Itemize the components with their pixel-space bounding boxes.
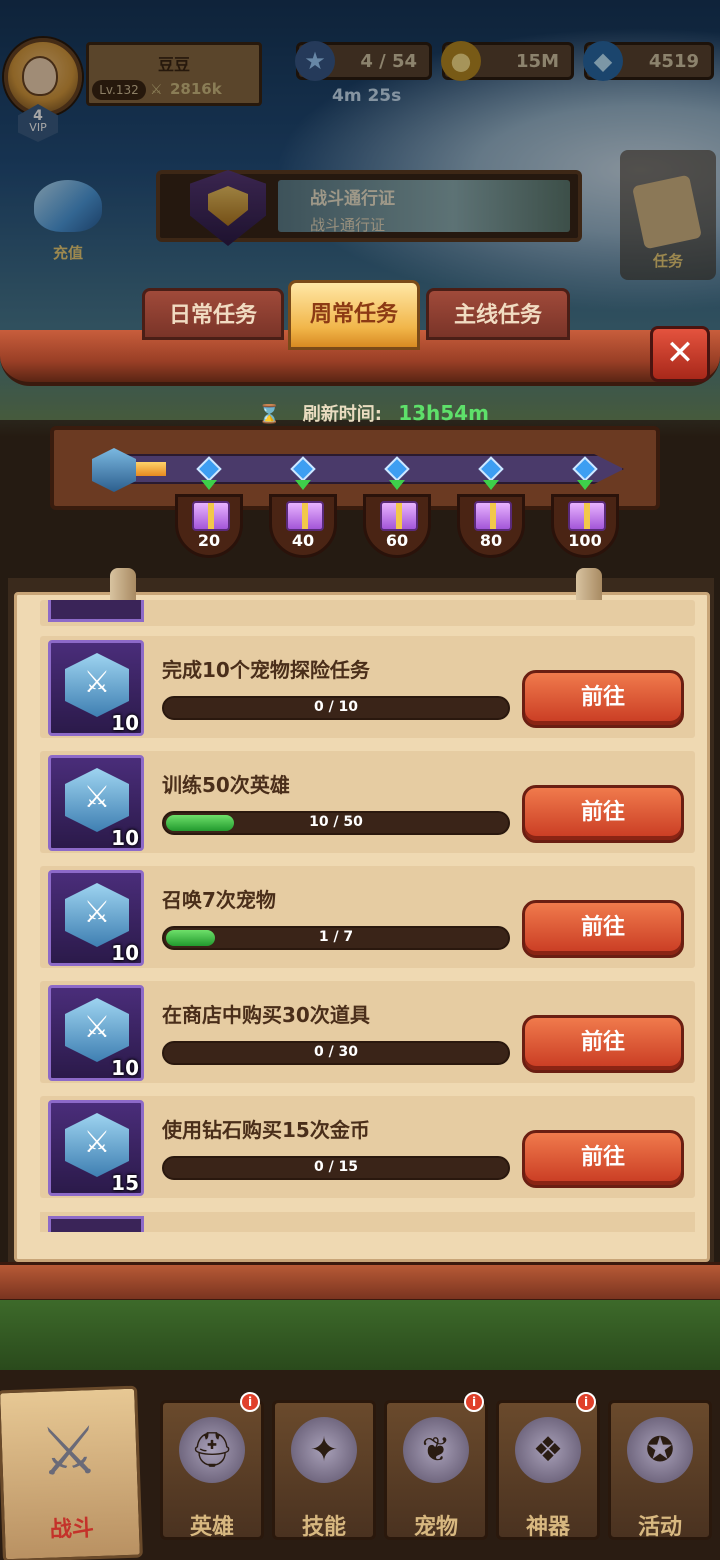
task-progress-text: 0 / 30 [313, 1044, 359, 1060]
nav-artifacts[interactable]: ❖ 神器 [496, 1400, 600, 1540]
notification-badge: i [576, 1392, 596, 1412]
artifact-icon: ❖ [515, 1417, 581, 1483]
task-progress-bar: 1 / 7 [162, 926, 510, 950]
task-progress-bar: 0 / 10 [162, 696, 510, 720]
milestone-arrow-icon [483, 480, 499, 490]
weekly-points-icon [65, 1113, 129, 1177]
nav-label: 神器 [525, 1515, 570, 1540]
task-row: 10 完成10个宠物探险任务 0 / 10 前往 [40, 636, 695, 738]
task-reward-icon [48, 600, 144, 622]
tab-main-tasks[interactable]: 主线任务 [426, 288, 570, 340]
wings-icon: ❦ [403, 1417, 469, 1483]
milestone-chest[interactable]: 60 [363, 494, 431, 558]
task-progress-text: 1 / 7 [318, 929, 354, 945]
task-reward-icon: 10 [48, 870, 144, 966]
task-title: 完成10个宠物探险任务 [162, 658, 370, 682]
battle-scene [0, 1300, 720, 1370]
task-row-partial [40, 1212, 695, 1232]
task-row-partial [40, 600, 695, 626]
milestone-value: 20 [197, 531, 221, 550]
task-reward-qty: 10 [111, 711, 139, 735]
task-reward-icon [48, 1216, 144, 1232]
nav-label: 英雄 [189, 1515, 234, 1540]
milestone-arrow-icon [201, 480, 217, 490]
weekly-points-icon [65, 883, 129, 947]
gift-box-icon [568, 501, 606, 531]
nav-pets[interactable]: ❦ 宠物 [384, 1400, 488, 1540]
nav-label: 技能 [301, 1515, 346, 1540]
milestone-arrow-icon [295, 480, 311, 490]
task-title: 在商店中购买30次道具 [162, 1003, 370, 1027]
weekly-points-icon [65, 998, 129, 1062]
nav-heroes[interactable]: ⛑ 英雄 [160, 1400, 264, 1540]
gift-box-icon [192, 501, 230, 531]
gift-box-icon [286, 501, 324, 531]
task-progress-text: 0 / 15 [313, 1159, 359, 1175]
task-reward-qty: 15 [111, 1171, 139, 1195]
weekly-points-icon [65, 768, 129, 832]
milestone-chest[interactable]: 40 [269, 494, 337, 558]
gift-box-icon [474, 501, 512, 531]
milestone-arrow-icon [577, 480, 593, 490]
task-reward-icon: 10 [48, 755, 144, 851]
refresh-time: 13h54m [398, 401, 489, 425]
task-reward-qty: 10 [111, 941, 139, 965]
task-go-button[interactable]: 前往 [522, 1015, 684, 1073]
task-row: 15 使用钻石购买15次金币 0 / 15 前往 [40, 1096, 695, 1198]
task-reward-icon: 15 [48, 1100, 144, 1196]
task-progress-text: 0 / 10 [313, 699, 359, 715]
panel-bottom-frame [0, 1262, 720, 1302]
task-progress-bar: 0 / 15 [162, 1156, 510, 1180]
crossed-swords-icon: ⚔ [38, 1412, 101, 1492]
task-go-button[interactable]: 前往 [522, 900, 684, 958]
treasure-icon: ✪ [627, 1417, 693, 1483]
helmet-icon: ⛑ [179, 1417, 245, 1483]
tab-daily-tasks[interactable]: 日常任务 [142, 288, 284, 340]
close-button[interactable]: ✕ [650, 326, 710, 382]
task-reward-icon: 10 [48, 985, 144, 1081]
nav-label: 活动 [637, 1515, 682, 1540]
task-progress-bar: 0 / 30 [162, 1041, 510, 1065]
notification-badge: i [464, 1392, 484, 1412]
nav-label: 宠物 [413, 1515, 458, 1540]
task-reward-qty: 10 [111, 826, 139, 850]
nav-label: 战斗 [49, 1516, 95, 1543]
task-title: 召唤7次宠物 [162, 888, 276, 912]
task-progress-bar: 10 / 50 [162, 811, 510, 835]
milestone-chest[interactable]: 80 [457, 494, 525, 558]
task-reward-qty: 10 [111, 1056, 139, 1080]
milestone-arrow-icon [389, 480, 405, 490]
milestone-value: 100 [568, 531, 602, 550]
notification-badge: i [240, 1392, 260, 1412]
milestone-value: 40 [291, 531, 315, 550]
nav-events[interactable]: ✪ 活动 [608, 1400, 712, 1540]
task-row: 10 训练50次英雄 10 / 50 前往 [40, 751, 695, 853]
task-go-button[interactable]: 前往 [522, 670, 684, 728]
nav-skills[interactable]: ✦ 技能 [272, 1400, 376, 1540]
task-go-button[interactable]: 前往 [522, 785, 684, 843]
task-reward-icon: 10 [48, 640, 144, 736]
milestone-value: 60 [385, 531, 409, 550]
weekly-points-icon [65, 653, 129, 717]
hourglass-icon: ⌛ [258, 404, 281, 425]
spellbook-icon: ✦ [291, 1417, 357, 1483]
refresh-timer: ⌛ 刷新时间: 13h54m [258, 400, 489, 426]
tab-weekly-tasks[interactable]: 周常任务 [288, 280, 420, 350]
task-row: 10 召唤7次宠物 1 / 7 前往 [40, 866, 695, 968]
milestone-chest[interactable]: 100 [551, 494, 619, 558]
refresh-label: 刷新时间: [302, 404, 382, 425]
task-title: 训练50次英雄 [162, 773, 290, 797]
task-title: 使用钻石购买15次金币 [162, 1118, 370, 1142]
nav-battle[interactable]: ⚔ 战斗 [0, 1385, 143, 1560]
gift-box-icon [380, 501, 418, 531]
task-go-button[interactable]: 前往 [522, 1130, 684, 1188]
task-progress-text: 10 / 50 [309, 814, 363, 830]
milestone-chest[interactable]: 20 [175, 494, 243, 558]
milestone-value: 80 [479, 531, 503, 550]
task-row: 10 在商店中购买30次道具 0 / 30 前往 [40, 981, 695, 1083]
